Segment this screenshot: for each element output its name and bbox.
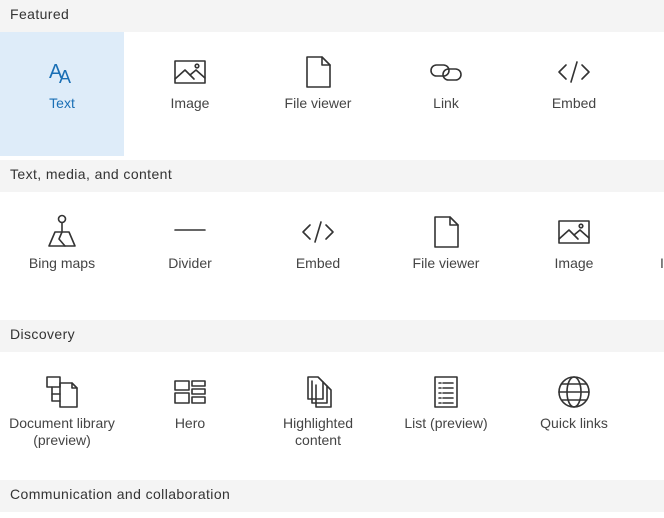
tile-label: Embed <box>551 95 597 111</box>
file-icon <box>426 212 466 252</box>
tile-label: List (preview) <box>404 415 488 431</box>
tile-hero[interactable]: Hero <box>128 352 252 476</box>
tile-bing-maps[interactable]: Bing maps <box>0 192 124 316</box>
section-header-communication: Communication and collaboration <box>0 480 664 512</box>
tile-image[interactable]: Image <box>512 192 636 316</box>
highlighted-content-icon <box>298 372 338 412</box>
section-header-discovery: Discovery <box>0 320 664 352</box>
tile-embed[interactable]: Embed <box>512 32 636 156</box>
link-icon <box>426 52 466 92</box>
tile-label: I <box>660 255 664 271</box>
document-library-icon <box>42 372 82 412</box>
tile-embed[interactable]: Embed <box>256 192 380 316</box>
tile-link[interactable]: Link <box>384 32 508 156</box>
code-icon <box>554 52 594 92</box>
tile-label: Highlighted content <box>282 415 354 448</box>
code-icon <box>298 212 338 252</box>
tile-label: File viewer <box>412 255 480 271</box>
file-icon <box>298 52 338 92</box>
section-header-text-media-content: Text, media, and content <box>0 160 664 192</box>
tile-label: Divider <box>168 255 212 271</box>
tile-label: Text <box>49 95 75 111</box>
tile-label: Embed <box>295 255 341 271</box>
tile-label: File viewer <box>284 95 352 111</box>
tile-image[interactable]: Image <box>128 32 252 156</box>
tile-file-viewer[interactable]: File viewer <box>384 192 508 316</box>
tile-highlighted-content[interactable]: Highlighted content <box>256 352 380 476</box>
tile-document-library[interactable]: Document library (preview) <box>0 352 124 476</box>
tile-quick-links[interactable]: Quick links <box>512 352 636 476</box>
image-icon <box>554 212 594 252</box>
divider-icon <box>170 212 210 252</box>
svg-text:A: A <box>59 67 71 87</box>
tile-list[interactable]: List (preview) <box>384 352 508 476</box>
hero-layout-icon <box>170 372 210 412</box>
text-icon: A A <box>42 52 82 92</box>
tile-label: Image <box>170 95 210 111</box>
featured-row: A A Text Image File viewer Link Embed <box>0 32 664 160</box>
tile-label: Bing maps <box>28 255 96 271</box>
tile-label: Quick links <box>540 415 608 431</box>
text-media-content-row: Bing maps Divider Embed File viewer Imag… <box>0 192 664 320</box>
tile-label: Document library (preview) <box>9 415 115 448</box>
tile-label: Link <box>433 95 459 111</box>
tile-label: Hero <box>174 415 206 431</box>
section-header-featured: Featured <box>0 0 664 32</box>
map-pin-icon <box>42 212 82 252</box>
image-icon <box>170 52 210 92</box>
list-icon <box>426 372 466 412</box>
globe-icon <box>554 372 594 412</box>
tile-divider[interactable]: Divider <box>128 192 252 316</box>
tile-text[interactable]: A A Text <box>0 32 124 156</box>
tile-label: Image <box>554 255 594 271</box>
tile-file-viewer[interactable]: File viewer <box>256 32 380 156</box>
tile-partial[interactable]: I <box>640 192 664 316</box>
discovery-row: Document library (preview) Hero Highligh… <box>0 352 664 480</box>
